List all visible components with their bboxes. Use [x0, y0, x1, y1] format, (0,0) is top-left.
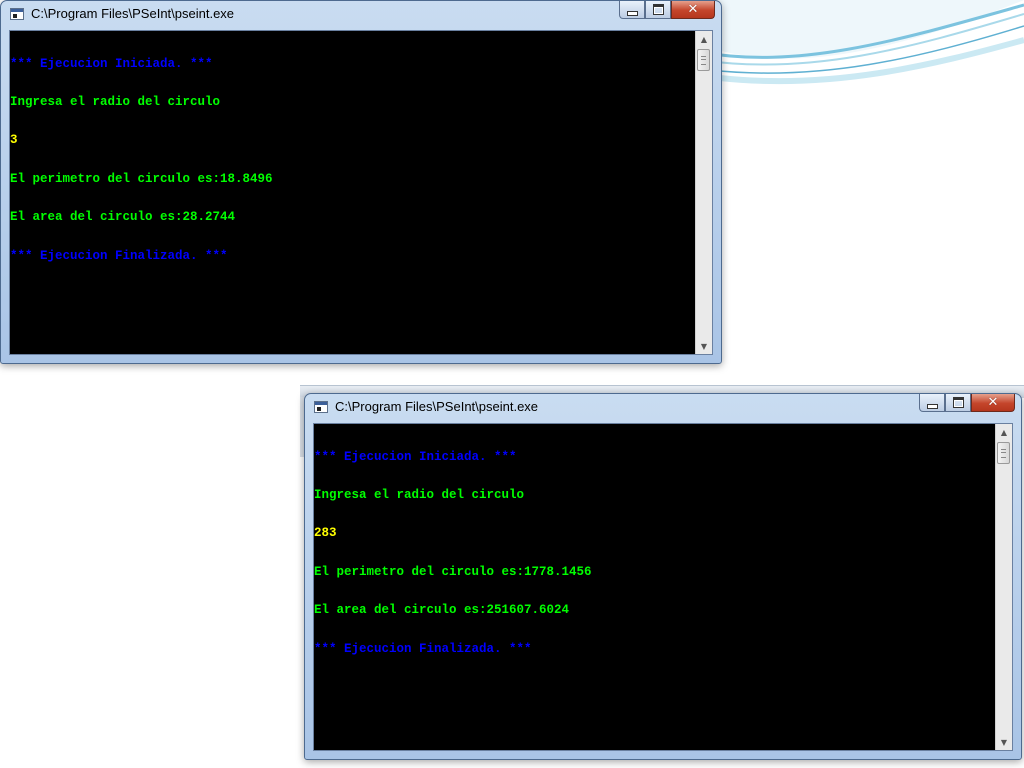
arrow-up-icon: ▲ [1000, 427, 1008, 437]
console-line: El area del circulo es:251607.6024 [314, 603, 570, 618]
window-title: C:\Program Files\PSeInt\pseint.exe [335, 399, 539, 414]
maximize-icon [652, 4, 664, 15]
console-output-area[interactable]: *** Ejecucion Iniciada. *** Ingresa el r… [313, 423, 1013, 751]
close-button[interactable]: ✕ [671, 1, 715, 19]
arrow-down-icon: ▼ [1000, 737, 1008, 747]
minimize-button[interactable] [619, 1, 645, 19]
console-line-user-input: 3 [10, 133, 18, 148]
scroll-up-button[interactable]: ▲ [696, 31, 712, 47]
console-text: *** Ejecucion Iniciada. *** Ingresa el r… [10, 32, 695, 288]
title-bar[interactable]: C:\Program Files\PSeInt\pseint.exe ✕ [1, 1, 721, 29]
title-bar[interactable]: C:\Program Files\PSeInt\pseint.exe ✕ [305, 394, 1021, 422]
minimize-icon [626, 10, 638, 16]
console-line: Ingresa el radio del circulo [314, 487, 525, 502]
window-controls: ✕ [919, 394, 1015, 413]
console-line: El perimetro del circulo es:18.8496 [10, 171, 273, 186]
scrollbar-thumb[interactable] [997, 442, 1010, 464]
console-window-icon[interactable] [10, 8, 24, 20]
maximize-button[interactable] [645, 1, 671, 19]
console-line: Ingresa el radio del circulo [10, 94, 221, 109]
minimize-button[interactable] [919, 394, 945, 412]
window-controls: ✕ [619, 1, 715, 20]
console-line: El perimetro del circulo es:1778.1456 [314, 564, 592, 579]
console-line: *** Ejecucion Iniciada. *** [10, 56, 213, 71]
vertical-scrollbar[interactable]: ▲ ▼ [695, 31, 712, 354]
console-line: *** Ejecucion Finalizada. *** [10, 248, 228, 263]
console-line-user-input: 283 [314, 526, 337, 541]
maximize-button[interactable] [945, 394, 971, 412]
console-line: El area del circulo es:28.2744 [10, 210, 236, 225]
grip-icon [1001, 449, 1006, 458]
scroll-up-button[interactable]: ▲ [996, 424, 1012, 440]
console-window-icon[interactable] [314, 401, 328, 413]
grip-icon [701, 56, 706, 65]
scrollbar-thumb[interactable] [697, 49, 710, 71]
arrow-down-icon: ▼ [700, 341, 708, 351]
console-window-2[interactable]: C:\Program Files\PSeInt\pseint.exe ✕ ***… [304, 393, 1022, 760]
console-text: *** Ejecucion Iniciada. *** Ingresa el r… [314, 425, 995, 681]
console-line: *** Ejecucion Finalizada. *** [314, 641, 532, 656]
close-icon: ✕ [987, 395, 999, 410]
close-button[interactable]: ✕ [971, 394, 1015, 412]
minimize-icon [926, 403, 938, 409]
window-title: C:\Program Files\PSeInt\pseint.exe [31, 6, 235, 21]
scroll-down-button[interactable]: ▼ [996, 734, 1012, 750]
console-line: *** Ejecucion Iniciada. *** [314, 449, 517, 464]
maximize-icon [952, 397, 964, 408]
scroll-down-button[interactable]: ▼ [696, 338, 712, 354]
vertical-scrollbar[interactable]: ▲ ▼ [995, 424, 1012, 750]
console-output-area[interactable]: *** Ejecucion Iniciada. *** Ingresa el r… [9, 30, 713, 355]
arrow-up-icon: ▲ [700, 34, 708, 44]
close-icon: ✕ [687, 2, 699, 17]
console-window-1[interactable]: C:\Program Files\PSeInt\pseint.exe ✕ ***… [0, 0, 722, 364]
